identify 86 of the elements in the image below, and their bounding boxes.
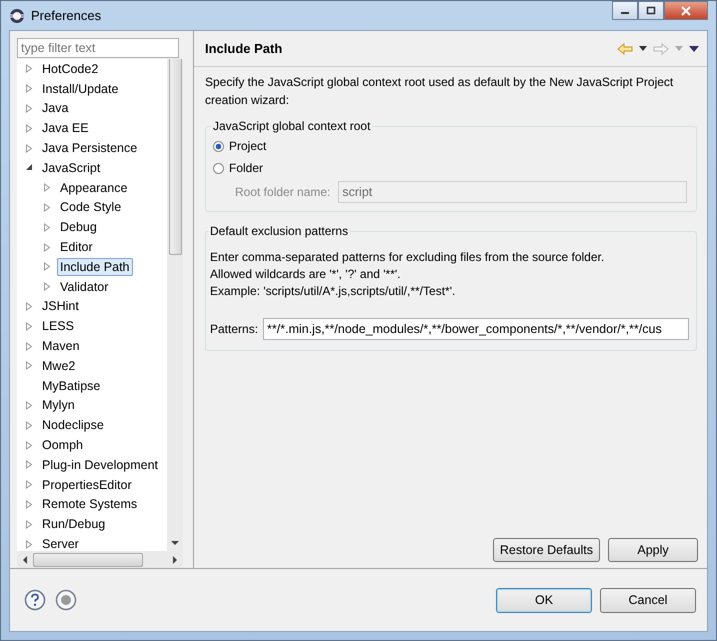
- collapsed-arrow-icon[interactable]: [25, 124, 33, 133]
- filter-field[interactable]: type filter text: [17, 38, 179, 58]
- collapsed-arrow-icon[interactable]: [43, 183, 51, 192]
- help-text: Enter comma-separated patterns for excluding files from the source folder.: [210, 249, 606, 266]
- view-menu-icon[interactable]: [689, 46, 699, 52]
- tree-item[interactable]: Mwe2: [39, 356, 78, 375]
- tree-item[interactable]: LESS: [39, 317, 77, 336]
- tree-item[interactable]: Run/Debug: [39, 515, 108, 534]
- field-label: Patterns:: [210, 322, 258, 336]
- dropdown-icon[interactable]: [639, 46, 647, 51]
- tree-item[interactable]: JavaScript: [39, 158, 104, 177]
- collapsed-arrow-icon[interactable]: [43, 222, 51, 232]
- field-label: Root folder name:: [235, 185, 330, 199]
- radio-button[interactable]: [213, 140, 224, 152]
- collapsed-arrow-icon[interactable]: [25, 64, 33, 74]
- cancel-button[interactable]: Cancel: [600, 588, 696, 612]
- close-button[interactable]: [664, 1, 708, 20]
- tree-item[interactable]: Validator: [57, 278, 112, 296]
- ok-button[interactable]: OK: [496, 588, 592, 612]
- record-icon[interactable]: [55, 589, 77, 611]
- collapsed-arrow-icon[interactable]: [25, 302, 33, 311]
- tree-item[interactable]: Install/Update: [39, 80, 122, 98]
- window-title: Preferences: [31, 8, 102, 23]
- radio-button[interactable]: [213, 162, 224, 174]
- tree-item[interactable]: Code Style: [57, 198, 124, 216]
- patterns-field[interactable]: **/*.min.js,**/node_modules/*,**/bower_components/*,**/vendor/*,**/cus: [263, 318, 689, 340]
- collapsed-arrow-icon[interactable]: [25, 342, 33, 351]
- eclipse-icon: [9, 8, 25, 24]
- collapsed-arrow-icon[interactable]: [25, 540, 33, 549]
- collapsed-arrow-icon[interactable]: [25, 400, 33, 410]
- tree-item[interactable]: Editor: [57, 238, 96, 256]
- collapsed-arrow-icon[interactable]: [25, 460, 33, 470]
- group-title: Default exclusion patterns: [209, 224, 350, 238]
- page-title: Include Path: [205, 41, 282, 56]
- tree-item[interactable]: Maven: [39, 337, 83, 356]
- collapsed-arrow-icon[interactable]: [25, 84, 33, 94]
- apply-button[interactable]: Apply: [608, 538, 698, 562]
- tree-item[interactable]: MyBatipse: [39, 376, 104, 395]
- tree-item[interactable]: Plug-in Development: [39, 456, 162, 474]
- tree-item[interactable]: PropertiesEditor: [39, 476, 135, 494]
- collapsed-arrow-icon[interactable]: [43, 282, 51, 292]
- collapsed-arrow-icon[interactable]: [25, 520, 33, 529]
- collapsed-arrow-icon[interactable]: [25, 420, 33, 430]
- collapsed-arrow-icon[interactable]: [25, 144, 33, 153]
- tree-item[interactable]: Mylyn: [39, 396, 78, 414]
- radio-label[interactable]: Folder: [229, 161, 264, 175]
- close-icon: [680, 6, 692, 16]
- help-text: Example: 'scripts/util/A*.js,scripts/util/,**/Test*'.: [210, 283, 456, 300]
- tree-item[interactable]: Appearance: [57, 178, 130, 197]
- collapsed-arrow-icon[interactable]: [25, 440, 33, 450]
- tree-item[interactable]: Oomph: [39, 436, 86, 454]
- tree-item[interactable]: Server: [39, 535, 82, 551]
- collapsed-arrow-icon[interactable]: [25, 500, 33, 509]
- collapsed-arrow-icon[interactable]: [25, 480, 33, 490]
- radio-label[interactable]: Project: [229, 139, 266, 153]
- tree-item[interactable]: Nodeclipse: [39, 416, 107, 434]
- maximize-button[interactable]: [638, 1, 664, 20]
- scroll-right-icon[interactable]: [173, 556, 178, 564]
- tree-item[interactable]: Java EE: [39, 119, 92, 138]
- collapsed-arrow-icon[interactable]: [25, 104, 33, 113]
- horizontal-scrollbar[interactable]: [17, 551, 183, 568]
- help-icon[interactable]: [24, 589, 46, 611]
- scroll-left-icon[interactable]: [22, 556, 27, 564]
- collapsed-arrow-icon[interactable]: [43, 262, 51, 272]
- forward-arrow-icon[interactable]: [653, 42, 669, 54]
- back-arrow-icon[interactable]: [617, 42, 633, 54]
- help-text: Allowed wildcards are '*', '?' and '**'.: [210, 266, 402, 283]
- collapsed-arrow-icon[interactable]: [25, 322, 33, 331]
- tree-item[interactable]: Include Path: [57, 258, 132, 276]
- tree-item[interactable]: HotCode2: [39, 60, 102, 78]
- tree-item[interactable]: Java: [39, 99, 72, 118]
- collapsed-arrow-icon[interactable]: [43, 242, 51, 252]
- maximize-icon: [646, 6, 656, 15]
- minimize-button[interactable]: [612, 1, 638, 20]
- tree-item[interactable]: Debug: [57, 218, 100, 236]
- tree-item[interactable]: JSHint: [39, 297, 82, 316]
- restore-defaults-button[interactable]: Restore Defaults: [492, 538, 600, 562]
- expanded-arrow-icon[interactable]: [25, 163, 33, 172]
- group-title: JavaScript global context root: [212, 119, 372, 133]
- vertical-scrollbar[interactable]: [167, 59, 183, 551]
- description-text: Specify the JavaScript global context root used as default by the New JavaScript Project creation wizard:: [205, 74, 674, 109]
- collapsed-arrow-icon[interactable]: [43, 202, 51, 212]
- tree-item[interactable]: Remote Systems: [39, 495, 140, 514]
- collapsed-arrow-icon[interactable]: [25, 361, 33, 370]
- scroll-down-icon[interactable]: [171, 541, 179, 546]
- tree-item[interactable]: Java Persistence: [39, 139, 140, 158]
